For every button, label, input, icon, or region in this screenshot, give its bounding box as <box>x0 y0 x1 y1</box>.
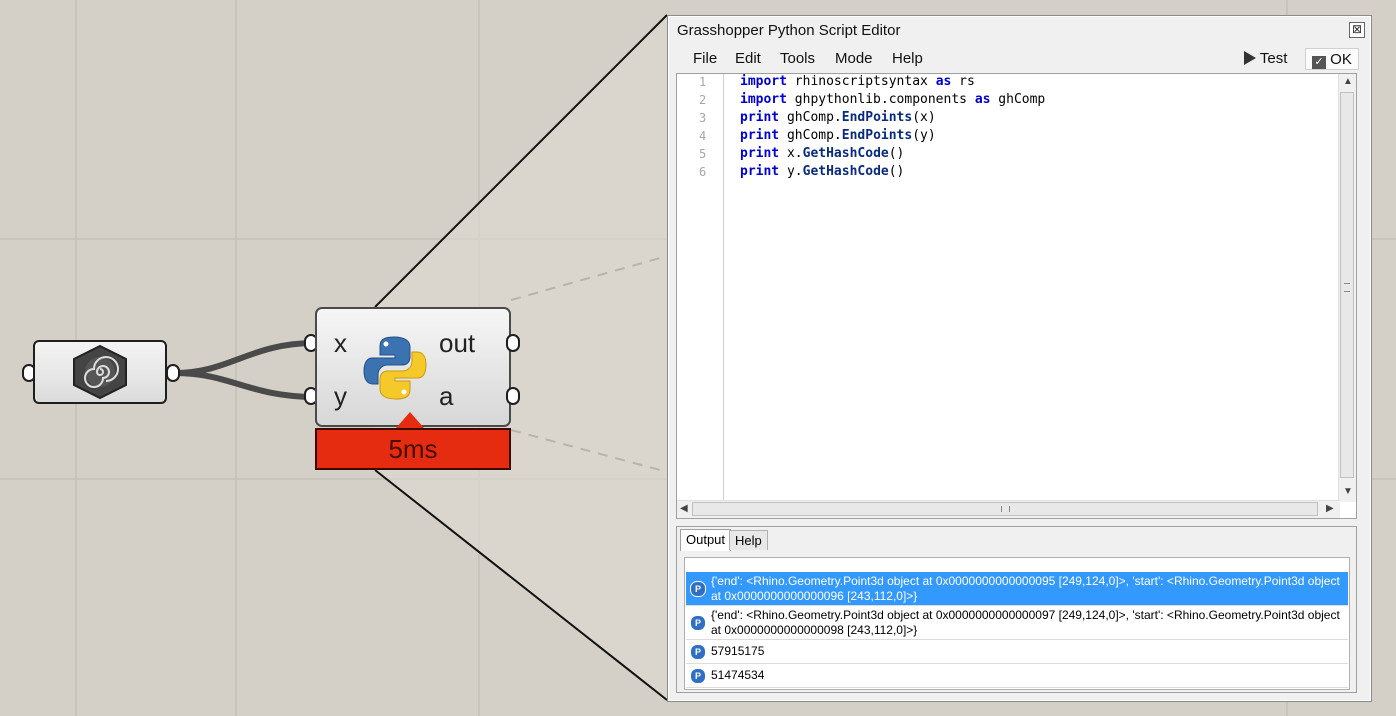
menu-file[interactable]: File <box>693 50 717 67</box>
output-row-text: 51474534 <box>711 668 765 682</box>
scroll-down-icon[interactable]: ▼ <box>1343 486 1353 497</box>
checkbox-check-icon: ✓ <box>1312 56 1326 69</box>
window-title: Grasshopper Python Script Editor <box>677 22 901 39</box>
python-logo-icon <box>363 336 427 400</box>
param-output-grip[interactable] <box>166 364 180 382</box>
code-editor[interactable]: 1 2 3 4 5 6 import rhinoscriptsyntax as … <box>676 73 1357 519</box>
line-number: 2 <box>699 93 707 107</box>
line-number: 6 <box>699 165 707 179</box>
code-text: () <box>888 164 905 179</box>
test-label: Test <box>1259 50 1288 67</box>
code-text: x. <box>779 146 803 161</box>
menu-mode[interactable]: Mode <box>835 50 873 67</box>
code-text: () <box>888 146 905 161</box>
scroll-up-icon[interactable]: ▲ <box>1343 76 1353 87</box>
profiler-timer-badge: 5ms <box>315 428 511 470</box>
output-row[interactable]: P 57915175 <box>686 640 1348 664</box>
output-panel: Output Help P {'end': <Rhino.Geometry.Po… <box>676 526 1357 693</box>
output-label-out: out <box>439 328 476 358</box>
code-text: y. <box>779 164 803 179</box>
python-output-icon: P <box>690 581 706 597</box>
menu-tools[interactable]: Tools <box>780 50 815 67</box>
output-row-text: {'end': <Rhino.Geometry.Point3d object a… <box>711 574 1340 603</box>
output-row[interactable]: P {'end': <Rhino.Geometry.Point3d object… <box>686 606 1348 640</box>
keyword: import <box>740 74 787 89</box>
python-output-icon: P <box>690 644 706 660</box>
wire-x[interactable] <box>174 340 316 376</box>
code-line: print ghComp.EndPoints(y) <box>740 128 936 143</box>
titlebar: Grasshopper Python Script Editor ⊠ <box>668 16 1371 46</box>
python-output-icon: P <box>690 615 706 631</box>
method-name: GetHashCode <box>802 146 889 161</box>
vertical-scrollbar[interactable]: ▲ ▼ <box>1338 74 1356 502</box>
grip-lines-icon <box>1344 283 1350 292</box>
code-line: print ghComp.EndPoints(x) <box>740 110 936 125</box>
output-grip-a[interactable] <box>506 387 520 405</box>
line-number: 5 <box>699 147 707 161</box>
code-text: (x) <box>912 110 936 125</box>
menu-help[interactable]: Help <box>892 50 923 67</box>
keyword: print <box>740 146 780 161</box>
code-text: ghComp. <box>779 128 842 143</box>
python-script-editor-window: Grasshopper Python Script Editor ⊠ File … <box>667 15 1372 702</box>
method-name: GetHashCode <box>802 164 889 179</box>
menu-edit[interactable]: Edit <box>735 50 761 67</box>
line-number: 1 <box>699 75 707 89</box>
code-line: import ghpythonlib.components as ghComp <box>740 92 1045 107</box>
input-label-x: x <box>334 328 347 358</box>
wire-y[interactable] <box>174 370 316 400</box>
close-icon: ⊠ <box>1351 22 1363 36</box>
python-output-icon: P <box>690 668 706 684</box>
code-text: rs <box>951 74 975 89</box>
output-grip-out[interactable] <box>506 334 520 352</box>
horizontal-scroll-thumb[interactable] <box>692 502 1318 516</box>
keyword: as <box>974 92 991 107</box>
ok-button[interactable]: ✓ OK <box>1305 48 1359 70</box>
play-icon <box>1244 51 1256 65</box>
tab-help[interactable]: Help <box>729 530 768 550</box>
output-row[interactable]: P 51474534 <box>686 664 1348 688</box>
code-line: import rhinoscriptsyntax as rs <box>740 74 975 89</box>
param-component[interactable] <box>33 340 167 404</box>
keyword: print <box>740 164 780 179</box>
output-row[interactable]: P {'end': <Rhino.Geometry.Point3d object… <box>686 572 1348 606</box>
code-line: print x.GetHashCode() <box>740 146 904 161</box>
spiral-hexagon-icon <box>73 344 127 400</box>
output-row-text: {'end': <Rhino.Geometry.Point3d object a… <box>711 608 1340 637</box>
code-line: print y.GetHashCode() <box>740 164 904 179</box>
method-name: EndPoints <box>841 110 913 125</box>
output-list[interactable]: P {'end': <Rhino.Geometry.Point3d object… <box>684 557 1350 690</box>
code-text: (y) <box>912 128 936 143</box>
code-text: ghComp. <box>779 110 842 125</box>
output-row-text: 57915175 <box>711 644 765 658</box>
output-label-a: a <box>439 381 454 411</box>
grip-lines-icon <box>1001 506 1010 512</box>
horizontal-scrollbar[interactable]: ◀ ▶ <box>677 500 1340 518</box>
vertical-scroll-thumb[interactable] <box>1340 92 1354 478</box>
keyword: print <box>740 110 780 125</box>
code-text: ghpythonlib.components <box>786 92 975 107</box>
ok-label: OK <box>1330 51 1352 68</box>
tab-output[interactable]: Output <box>680 529 732 551</box>
code-text: rhinoscriptsyntax <box>786 74 936 89</box>
keyword: print <box>740 128 780 143</box>
line-number-gutter: 1 2 3 4 5 6 <box>677 74 724 502</box>
timer-notch <box>396 412 424 428</box>
method-name: EndPoints <box>841 128 913 143</box>
scroll-right-icon[interactable]: ▶ <box>1326 503 1334 514</box>
scroll-left-icon[interactable]: ◀ <box>680 503 688 514</box>
menubar: File Edit Tools Mode Help Test ✓ OK <box>668 47 1371 73</box>
line-number: 3 <box>699 111 707 125</box>
keyword: as <box>935 74 952 89</box>
line-number: 4 <box>699 129 707 143</box>
keyword: import <box>740 92 787 107</box>
input-label-y: y <box>334 381 347 411</box>
code-text: ghComp <box>990 92 1046 107</box>
python-component[interactable]: x y out a <box>315 307 511 427</box>
test-button[interactable]: Test <box>1238 48 1293 70</box>
close-button[interactable]: ⊠ <box>1349 22 1365 38</box>
